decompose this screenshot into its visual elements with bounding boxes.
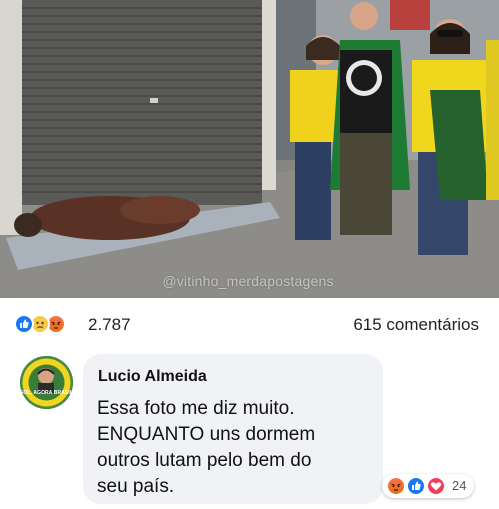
reaction-icons[interactable]: [14, 314, 84, 334]
reaction-count[interactable]: 2.787: [88, 315, 131, 335]
comment-line: Essa foto me diz muito.: [97, 398, 295, 419]
comment-line: outros lutam pelo bem do: [97, 450, 312, 471]
avatar[interactable]: SOL, AGORA BRASIL: [20, 356, 73, 409]
comment-author[interactable]: Lucio Almeida: [98, 368, 207, 386]
like-icon: [14, 314, 34, 334]
like-icon: [406, 476, 426, 496]
comment-reactions[interactable]: 24: [382, 474, 474, 498]
angry-icon: [386, 476, 406, 496]
comment-reaction-count: 24: [452, 478, 467, 493]
love-icon: [426, 476, 446, 496]
comment-line: ENQUANTO uns dormem: [97, 424, 316, 445]
post-photo[interactable]: @vitinho_merdapostagens: [0, 0, 499, 298]
comment-item: SOL, AGORA BRASIL Lucio Almeida Essa fot…: [0, 348, 499, 509]
photo-scene: [0, 0, 499, 298]
avatar-badge-text: SOL, AGORA BRASIL: [20, 390, 73, 396]
comment-bubble: Lucio Almeida Essa foto me diz muito. EN…: [83, 354, 383, 504]
post-reactions-bar: 2.787 615 comentários: [0, 298, 499, 348]
photo-watermark: @vitinho_merdapostagens: [162, 273, 334, 289]
comment-line: seu país.: [97, 476, 175, 497]
comment-text: Essa foto me diz muito. ENQUANTO uns dor…: [97, 396, 377, 500]
comments-count-link[interactable]: 615 comentários: [353, 315, 479, 335]
